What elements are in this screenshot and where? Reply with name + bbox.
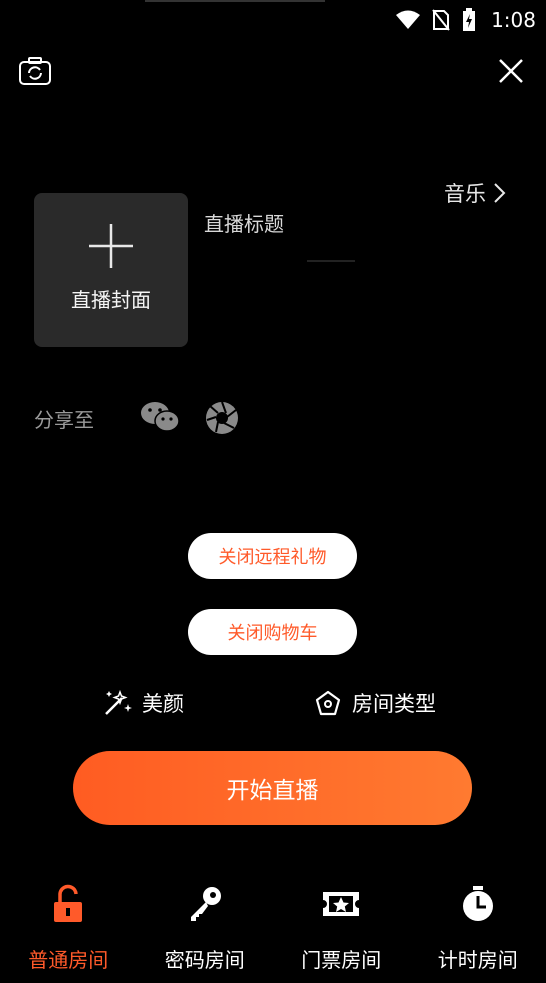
tab-ticket-room[interactable]: 门票房间 (273, 880, 410, 980)
wechat-icon[interactable] (140, 399, 180, 435)
tab-label: 计时房间 (437, 948, 518, 972)
no-sim-icon (432, 9, 450, 31)
live-title-input[interactable]: 直播标题 (204, 208, 284, 237)
cover-label: 直播封面 (71, 287, 151, 312)
room-type-tabs: 普通房间 密码房间 门票房间 计时房间 (0, 880, 546, 980)
close-remote-gift-button[interactable]: 关闭远程礼物 (188, 533, 357, 579)
music-label: 音乐 (444, 182, 486, 206)
tab-label: 普通房间 (28, 948, 109, 972)
start-live-button[interactable]: 开始直播 (73, 751, 472, 825)
key-icon (190, 887, 221, 921)
room-type-button[interactable]: 房间类型 (314, 688, 436, 718)
cover-picker[interactable]: 直播封面 (34, 193, 188, 347)
unlock-icon (54, 884, 83, 922)
close-icon[interactable] (496, 56, 526, 86)
status-icons (396, 8, 476, 32)
ticket-icon (323, 892, 360, 916)
tab-label: 门票房间 (301, 948, 382, 972)
battery-charging-icon (463, 8, 475, 31)
close-cart-button[interactable]: 关闭购物车 (188, 609, 357, 655)
timer-icon (462, 886, 493, 921)
wifi-icon (396, 10, 420, 29)
moments-icon[interactable] (204, 400, 240, 436)
music-button[interactable]: 音乐 (444, 178, 506, 208)
status-time: 1:08 (491, 8, 536, 32)
tab-timer-room[interactable]: 计时房间 (410, 880, 546, 980)
top-edge-line (145, 0, 325, 2)
tab-normal-room[interactable]: 普通房间 (0, 880, 137, 980)
beauty-label: 美颜 (142, 692, 184, 716)
room-type-label: 房间类型 (352, 692, 436, 716)
title-input-underline (307, 260, 355, 262)
chevron-right-icon (494, 183, 506, 203)
plus-icon (89, 223, 133, 268)
camera-switch-icon[interactable] (18, 56, 52, 86)
beauty-button[interactable]: 美颜 (102, 688, 184, 718)
tab-label: 密码房间 (164, 948, 245, 972)
share-label: 分享至 (34, 408, 94, 432)
tab-password-room[interactable]: 密码房间 (137, 880, 274, 980)
home-icon (315, 690, 341, 716)
magic-wand-icon (105, 689, 132, 715)
